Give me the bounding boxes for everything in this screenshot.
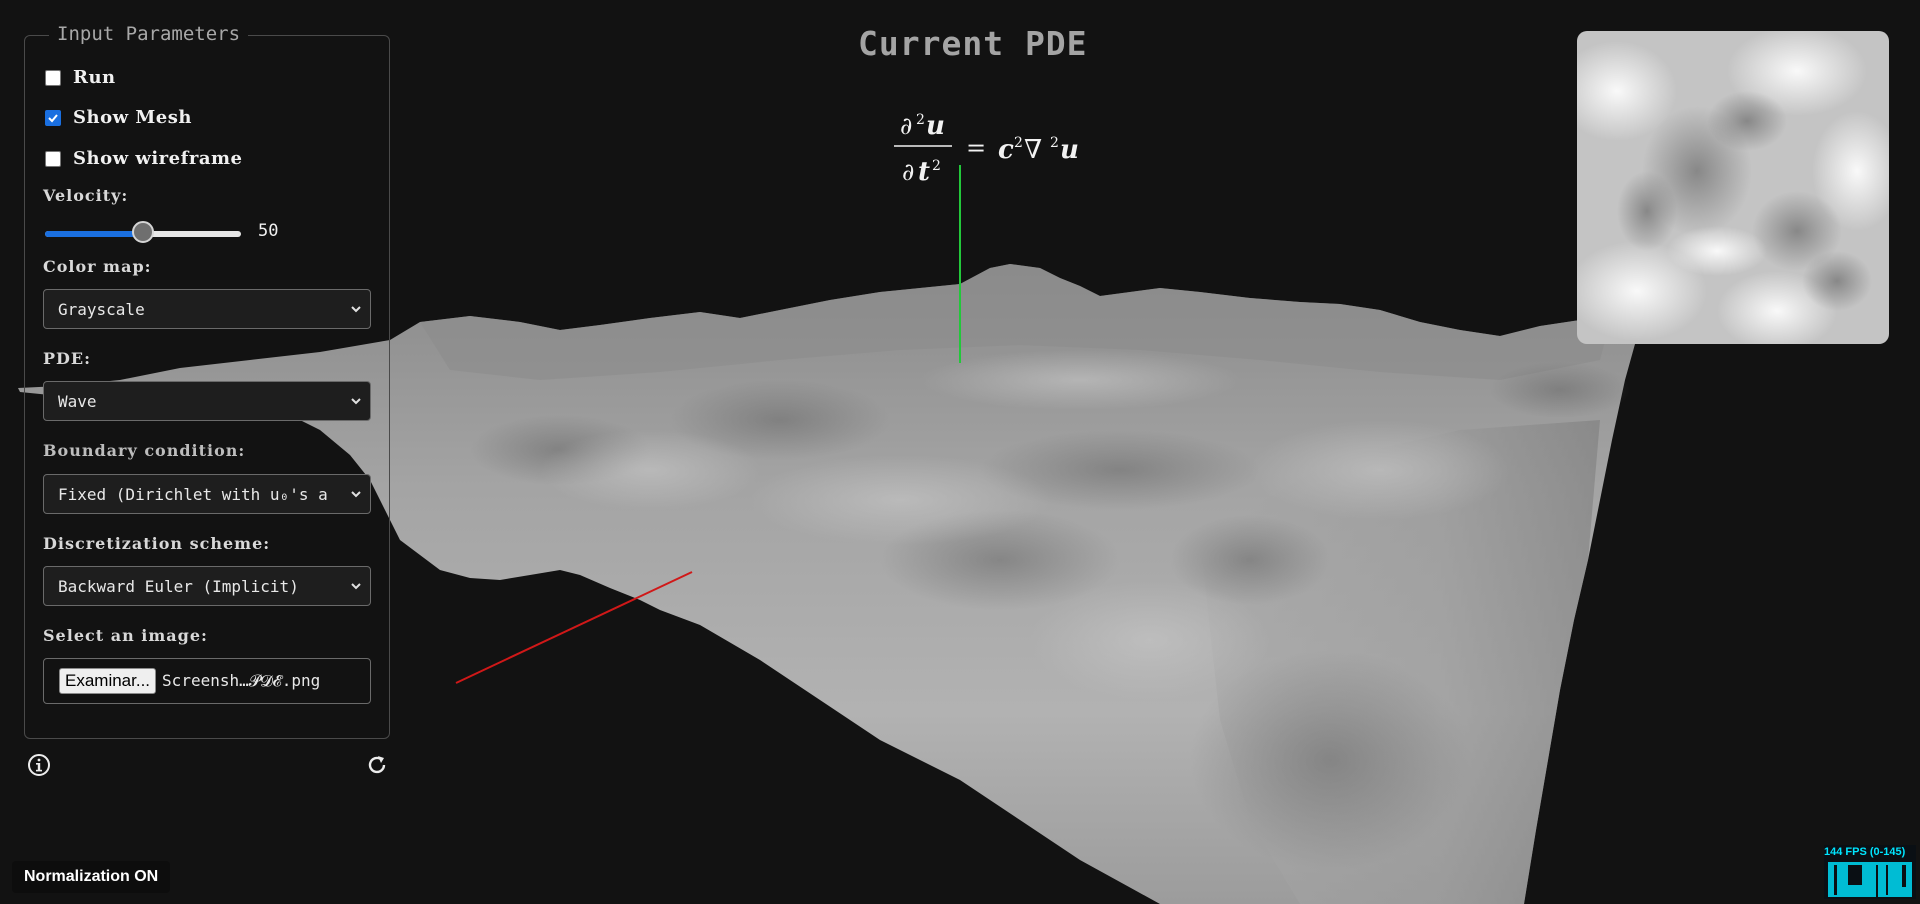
reset-icon[interactable] xyxy=(365,753,389,777)
velocity-slider[interactable] xyxy=(45,221,241,243)
svg-text:u: u xyxy=(1060,135,1079,165)
chevron-down-icon xyxy=(351,306,361,313)
boundary-condition-select[interactable]: Fixed (Dirichlet with u₀'s a xyxy=(43,474,371,514)
panel-legend: Input Parameters xyxy=(49,23,249,45)
svg-text:c: c xyxy=(998,135,1014,165)
discretization-scheme-select[interactable]: Backward Euler (Implicit) xyxy=(43,566,371,606)
svg-text:2: 2 xyxy=(932,158,941,174)
run-checkbox-row[interactable]: Run xyxy=(45,67,116,88)
image-file-input[interactable]: Examinar... Screensh…𝓟𝓓𝓔.png xyxy=(43,658,371,704)
input-parameters-panel: Input Parameters Run Show Mesh Show wire… xyxy=(24,23,390,739)
select-image-label: Select an image: xyxy=(43,626,208,645)
show-wireframe-checkbox-row[interactable]: Show wireframe xyxy=(45,148,243,169)
boundary-condition-label: Boundary condition: xyxy=(43,441,246,460)
show-wireframe-checkbox[interactable] xyxy=(45,150,61,167)
svg-text:u: u xyxy=(926,111,945,141)
svg-text:2: 2 xyxy=(1014,135,1023,151)
show-wireframe-label: Show wireframe xyxy=(73,148,243,169)
normalization-status-badge: Normalization ON xyxy=(12,861,171,893)
show-mesh-checkbox[interactable] xyxy=(45,109,61,126)
color-map-label: Color map: xyxy=(43,257,152,276)
x-axis-line xyxy=(455,571,693,684)
discretization-scheme-selected: Backward Euler (Implicit) xyxy=(58,576,299,596)
show-mesh-checkbox-row[interactable]: Show Mesh xyxy=(45,107,192,128)
velocity-label: Velocity: xyxy=(43,186,129,205)
pde-selected: Wave xyxy=(58,391,97,411)
pde-equation: ∂ 2 u ∂ t 2 = c 2 ∇ 2 u xyxy=(894,111,1079,187)
info-icon[interactable] xyxy=(27,753,51,777)
svg-text:2: 2 xyxy=(1050,135,1059,151)
source-image-preview xyxy=(1577,31,1889,344)
chevron-down-icon xyxy=(351,398,361,405)
page-title: Current PDE xyxy=(858,24,1088,63)
discretization-scheme-label: Discretization scheme: xyxy=(43,534,271,553)
color-map-selected: Grayscale xyxy=(58,299,145,319)
svg-text:∂: ∂ xyxy=(902,158,914,186)
pde-label: PDE: xyxy=(43,349,92,368)
fps-label: 144 FPS (0-145) xyxy=(1824,846,1906,858)
svg-text:t: t xyxy=(918,157,930,187)
velocity-slider-fill xyxy=(45,231,143,237)
run-checkbox[interactable] xyxy=(45,69,61,86)
velocity-slider-thumb[interactable] xyxy=(132,221,154,243)
velocity-value: 50 xyxy=(258,221,279,241)
chevron-down-icon xyxy=(351,583,361,590)
svg-text:2: 2 xyxy=(916,112,925,128)
pde-select[interactable]: Wave xyxy=(43,381,371,421)
svg-text:∂: ∂ xyxy=(900,112,912,140)
svg-text:∇: ∇ xyxy=(1024,135,1042,165)
chevron-down-icon xyxy=(351,491,361,498)
color-map-select[interactable]: Grayscale xyxy=(43,289,371,329)
boundary-condition-selected: Fixed (Dirichlet with u₀'s a xyxy=(58,484,328,504)
show-mesh-label: Show Mesh xyxy=(73,107,192,128)
svg-text:=: = xyxy=(966,134,986,162)
browse-button[interactable]: Examinar... xyxy=(59,668,157,694)
selected-file-name: Screensh…𝓟𝓓𝓔.png xyxy=(162,671,321,690)
run-label: Run xyxy=(73,67,116,88)
